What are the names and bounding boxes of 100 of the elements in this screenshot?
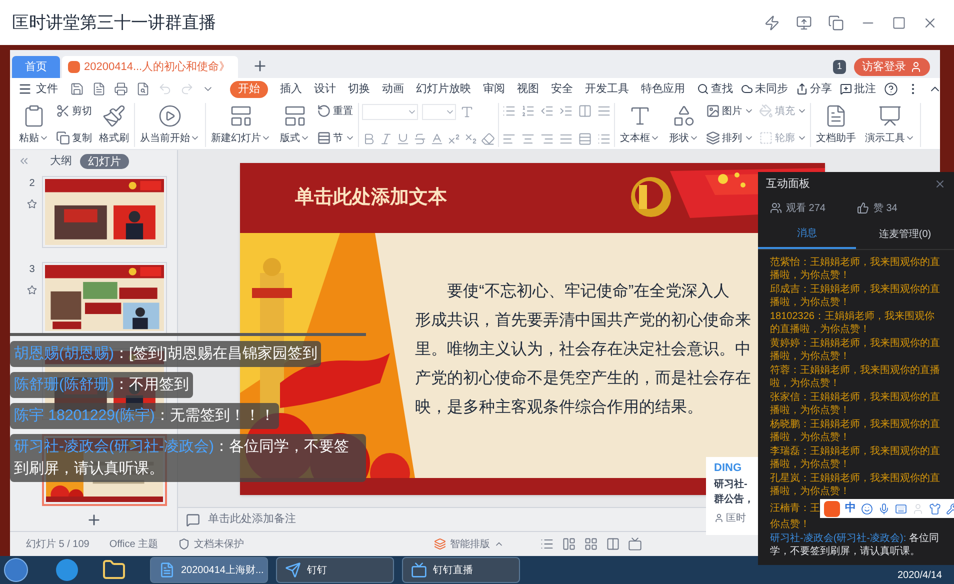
- microphone-icon[interactable]: [878, 502, 890, 514]
- like-message: 孔星岚：王娟娟老师，我来围观你的直播啦，为你点赞！: [769, 472, 941, 498]
- bold-icon[interactable]: [362, 132, 376, 146]
- slideshow-icon[interactable]: [628, 537, 642, 551]
- ribbon-icon: [706, 131, 720, 145]
- ribbon-button[interactable]: 文本框: [618, 104, 662, 146]
- taskbar-button[interactable]: 20200414上海财...: [150, 557, 268, 583]
- align-center-icon[interactable]: [521, 132, 535, 146]
- panel-tab[interactable]: 幻灯片: [80, 154, 129, 168]
- slide-text-line: 映，是多种主客观条件综合作用的结果。: [415, 398, 704, 418]
- emoji-icon[interactable]: [861, 502, 873, 514]
- ding-notification[interactable]: DING 研习社- 群公告， 匡时: [706, 457, 758, 535]
- lightning-icon[interactable]: [764, 14, 780, 30]
- file-menu[interactable]: 文件: [18, 80, 58, 98]
- align-icon[interactable]: [597, 104, 611, 118]
- maximize-icon[interactable]: [892, 16, 906, 30]
- ribbon-button[interactable]: 图片: [706, 104, 754, 118]
- chat-toast: 研习社-凌政会(研习社-凌政会)：各位同学，不要签到刷屏，请认真听课。: [10, 434, 366, 482]
- sogou-app-icon[interactable]: [56, 559, 78, 581]
- strikethrough-icon[interactable]: [413, 132, 427, 146]
- like-message: 黄婷婷：王娟娟老师，我来围观你的直播啦，为你点赞！: [769, 337, 941, 363]
- menu-tab[interactable]: 特色应用: [641, 80, 685, 98]
- distribute-icon[interactable]: [578, 132, 592, 146]
- ribbon-icon: [317, 131, 331, 145]
- like-message: 你点赞！: [769, 518, 811, 531]
- ribbon-button[interactable]: 复制: [56, 130, 92, 146]
- panel-tab[interactable]: 大纲: [50, 152, 72, 170]
- ribbon-button[interactable]: 版式: [278, 104, 312, 146]
- align-left-icon[interactable]: [502, 132, 516, 146]
- reading-view-icon[interactable]: [606, 537, 620, 551]
- ribbon-button[interactable]: 节: [317, 130, 355, 146]
- start-button[interactable]: [4, 558, 28, 582]
- slide-text-line: 形成共识，首先要弄清中国共产党的初心使命来: [415, 310, 751, 331]
- document-icon: [159, 562, 175, 578]
- columns-icon[interactable]: [578, 104, 592, 118]
- document-icon[interactable]: [92, 82, 106, 96]
- menu-tab[interactable]: 幻灯片放映: [416, 80, 471, 98]
- page-count-badge: 1: [832, 60, 846, 74]
- ribbon-button[interactable]: 剪切: [56, 104, 92, 118]
- add-slide-icon[interactable]: [86, 512, 102, 528]
- search-button[interactable]: 查找: [697, 80, 733, 98]
- numbered-list-icon[interactable]: [521, 104, 535, 118]
- normal-view-icon[interactable]: [562, 537, 576, 551]
- grow-font-icon[interactable]: [460, 104, 474, 118]
- menu-tab[interactable]: 设计: [314, 80, 336, 98]
- close-icon[interactable]: [934, 178, 946, 190]
- ribbon-button[interactable]: 从当前开始: [138, 104, 202, 146]
- smart-layout-button[interactable]: 智能排版: [434, 536, 504, 552]
- folder-icon[interactable]: [102, 558, 126, 582]
- superscript-icon[interactable]: [447, 132, 461, 146]
- menu-tab[interactable]: 切换: [348, 80, 370, 98]
- menu-tab[interactable]: 审阅: [483, 80, 505, 98]
- new-tab-icon[interactable]: [252, 58, 268, 74]
- ribbon-button[interactable]: 形状: [667, 104, 701, 146]
- italic-icon[interactable]: [379, 132, 393, 146]
- print-icon[interactable]: [114, 82, 128, 96]
- subscript-icon[interactable]: [464, 132, 478, 146]
- toolbar-button[interactable]: 批注: [840, 80, 876, 98]
- menu-tab[interactable]: 动画: [382, 80, 404, 98]
- menu-tab[interactable]: 安全: [551, 80, 573, 98]
- ribbon-button[interactable]: 重置: [317, 104, 355, 118]
- skin-icon[interactable]: [929, 502, 941, 514]
- outdent-icon[interactable]: [540, 104, 554, 118]
- eraser-icon[interactable]: [481, 132, 495, 146]
- font-name-field[interactable]: [362, 104, 418, 120]
- menu-tab[interactable]: 开发工具: [585, 80, 629, 98]
- slide-title[interactable]: 单击此处添加文本: [295, 184, 447, 212]
- copy-icon[interactable]: [828, 14, 844, 30]
- ribbon-button[interactable]: 排列: [706, 130, 754, 146]
- ribbon-button[interactable]: 格式刷: [97, 104, 131, 146]
- ribbon-icon: [229, 104, 253, 128]
- preview-icon[interactable]: [136, 82, 150, 96]
- slide-text-box[interactable]: 要使“不忘初心、牢记使命”在全党深入人 形成共识，首先要弄清中国共产党的初心使命来 里。唯物主义认为，社会存在决定社会意识。中 产党的初心使命不是凭空产生的，而是社会存在 映，是多种主客观条件综合作用的结果。: [415, 277, 751, 422]
- theme-label: Office 主题: [109, 538, 158, 552]
- save-icon[interactable]: [70, 82, 84, 96]
- panel-tab[interactable]: 连麦管理(0): [856, 220, 954, 249]
- toolbar-button[interactable]: 分享: [796, 80, 832, 98]
- taskbar-button[interactable]: 钉钉: [276, 557, 394, 583]
- underline-icon[interactable]: [396, 132, 410, 146]
- grid-view-icon[interactable]: [584, 537, 598, 551]
- slide-number: 2: [29, 177, 35, 191]
- toolbar-button[interactable]: 未同步: [741, 80, 788, 98]
- ribbon-button[interactable]: 新建幻灯片: [209, 104, 273, 146]
- ribbon-button[interactable]: 粘贴: [17, 104, 51, 146]
- taskbar-button[interactable]: 钉钉直播: [402, 557, 520, 583]
- font-color-icon[interactable]: [430, 132, 444, 146]
- justify-icon[interactable]: [559, 132, 573, 146]
- indent-icon[interactable]: [559, 104, 573, 118]
- ribbon-icon: [759, 104, 773, 118]
- ribbon-button[interactable]: 文档助手: [814, 104, 858, 146]
- help-icon[interactable]: [884, 82, 898, 96]
- align-right-icon[interactable]: [540, 132, 554, 146]
- menu-tab[interactable]: 视图: [517, 80, 539, 98]
- menu-tab[interactable]: 插入: [280, 80, 302, 98]
- keyboard-icon[interactable]: [895, 502, 907, 514]
- panel-tab[interactable]: 消息: [758, 220, 856, 249]
- font-size-field[interactable]: [422, 104, 456, 120]
- ribbon-button[interactable]: 演示工具: [863, 104, 917, 146]
- screen-icon[interactable]: [796, 14, 812, 30]
- ribbon-icon: [759, 131, 773, 145]
